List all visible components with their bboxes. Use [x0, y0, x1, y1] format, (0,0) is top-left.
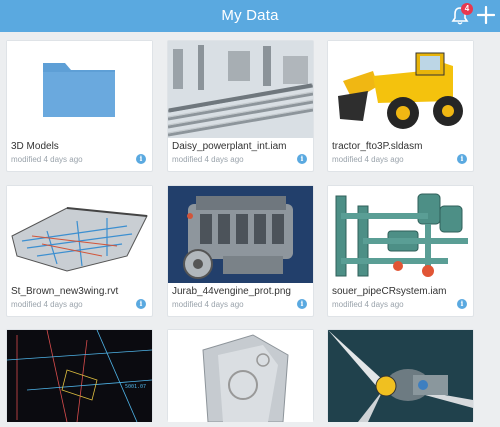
file-thumbnail: [328, 186, 473, 283]
folder-icon: [43, 63, 115, 117]
file-modified: modified 4 days ago: [172, 300, 244, 309]
file-thumbnail: [328, 330, 473, 422]
file-name: tractor_fto3P.sldasm: [332, 141, 423, 152]
file-name: souer_pipeCRsystem.iam: [332, 286, 447, 297]
file-modified: modified 4 days ago: [332, 300, 404, 309]
file-card[interactable]: tractor_fto3P.sldasm modified 4 days ago…: [327, 40, 474, 172]
file-card[interactable]: souer_pipeCRsystem.iam modified 4 days a…: [327, 185, 474, 317]
file-thumbnail: [7, 186, 152, 283]
info-icon[interactable]: i: [457, 299, 467, 309]
notification-badge: 4: [461, 3, 473, 15]
page-title: My Data: [221, 7, 279, 24]
file-thumbnail: [168, 186, 313, 283]
file-thumbnail: [168, 330, 313, 422]
file-card[interactable]: Daisy_powerplant_int.iam modified 4 days…: [167, 40, 314, 172]
file-modified: modified 4 days ago: [332, 155, 404, 164]
file-name: St_Brown_new3wing.rvt: [11, 286, 119, 297]
file-card[interactable]: 5001.07: [6, 329, 153, 422]
file-card[interactable]: Jurab_44vengine_prot.png modified 4 days…: [167, 185, 314, 317]
info-icon[interactable]: i: [457, 154, 467, 164]
info-icon[interactable]: i: [297, 154, 307, 164]
file-card[interactable]: [327, 329, 474, 422]
file-modified: modified 4 days ago: [11, 300, 83, 309]
svg-text:5001.07: 5001.07: [125, 384, 146, 390]
add-icon[interactable]: [477, 6, 495, 24]
info-icon[interactable]: i: [136, 299, 146, 309]
info-icon[interactable]: i: [297, 299, 307, 309]
file-card[interactable]: [167, 329, 314, 422]
file-thumbnail: [328, 41, 473, 138]
file-name: 3D Models: [11, 141, 59, 152]
file-thumbnail: 5001.07: [7, 330, 152, 422]
file-card[interactable]: 3D Models modified 4 days ago i: [6, 40, 153, 172]
file-modified: modified 4 days ago: [172, 155, 244, 164]
file-thumbnail: [168, 41, 313, 138]
file-name: Daisy_powerplant_int.iam: [172, 141, 287, 152]
file-modified: modified 4 days ago: [11, 155, 83, 164]
file-name: Jurab_44vengine_prot.png: [172, 286, 291, 297]
info-icon[interactable]: i: [136, 154, 146, 164]
file-card[interactable]: St_Brown_new3wing.rvt modified 4 days ag…: [6, 185, 153, 317]
folder-thumbnail: [7, 41, 152, 138]
top-bar: My Data 4: [0, 0, 500, 32]
